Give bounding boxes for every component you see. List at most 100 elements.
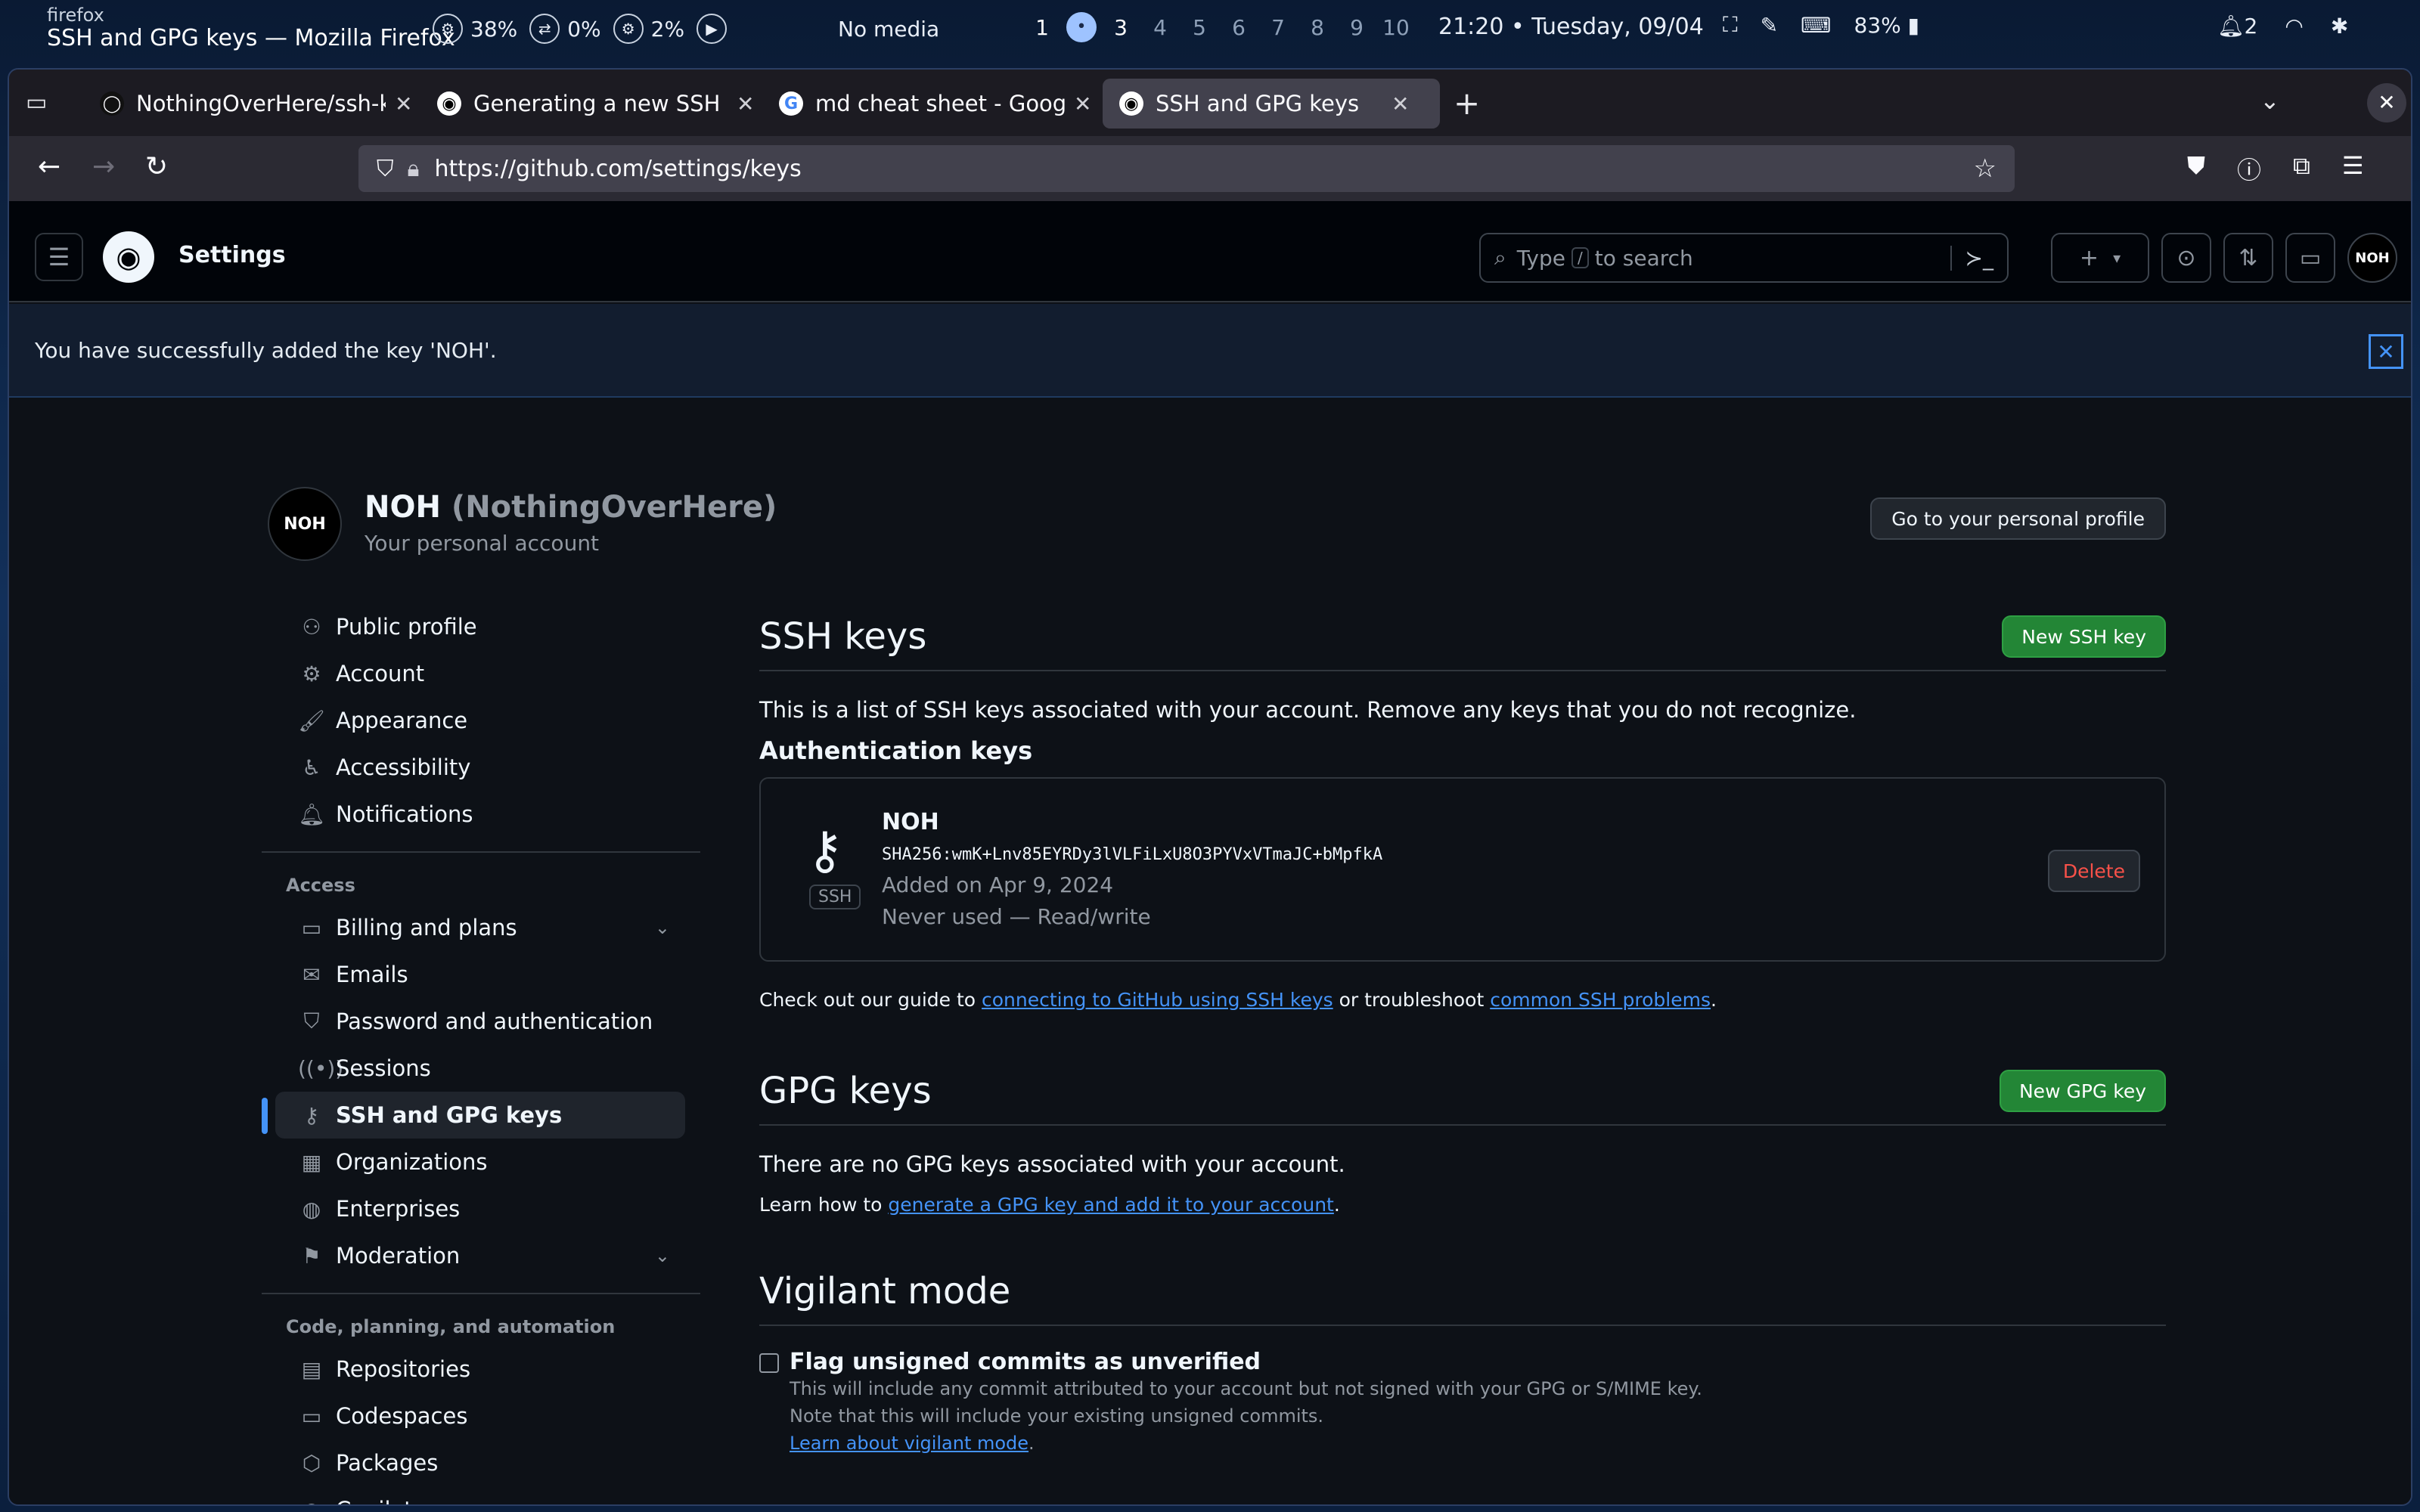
workspace-3[interactable]: 3 (1101, 15, 1140, 40)
workspace-9[interactable]: 9 (1337, 15, 1376, 40)
pull-requests-button[interactable]: ⇅ (2223, 233, 2273, 283)
back-button[interactable]: ← (38, 151, 60, 182)
notifications[interactable]: 🔔︎2 (2217, 14, 2257, 39)
tab-title: SSH and GPG keys (1156, 91, 1360, 116)
window-title: SSH and GPG keys — Mozilla Firefox (47, 25, 455, 51)
sidebar-item-account[interactable]: ⚙ Account (275, 650, 685, 697)
window-close-button[interactable]: ✕ (2367, 83, 2406, 122)
shield-icon[interactable]: ⛉ (377, 156, 394, 182)
sidebar-item-notifications[interactable]: 🔔︎ Notifications (275, 791, 685, 838)
avatar[interactable]: NOH (268, 487, 342, 561)
sidebar-item-appearance[interactable]: 🖌︎ Appearance (275, 697, 685, 744)
vigilant-mode-checkbox[interactable] (759, 1353, 779, 1373)
url-text[interactable]: https://github.com/settings/keys (434, 156, 801, 182)
close-icon[interactable]: ✕ (395, 91, 412, 116)
sidebar-item-emails[interactable]: ✉ Emails (275, 951, 685, 998)
bookmark-star-icon[interactable]: ☆ (1974, 153, 1996, 184)
sidebar-item-password-auth[interactable]: ⛉ Password and authentication (275, 998, 685, 1045)
workspace-2[interactable]: • (1062, 12, 1101, 42)
play-icon[interactable]: ▶ (697, 14, 728, 44)
info-icon[interactable]: ⓘ (2237, 151, 2261, 186)
swap-stat[interactable]: ⇄ 0% (529, 14, 601, 44)
close-icon[interactable]: ✕ (1392, 91, 1409, 116)
sidebar-item-accessibility[interactable]: ♿︎ Accessibility (275, 744, 685, 791)
wifi-icon[interactable]: ◠ (2285, 14, 2303, 39)
vigilant-mode-title: Vigilant mode (759, 1270, 1011, 1312)
pull-request-icon: ⇅ (2238, 244, 2258, 271)
profile-subtitle: Your personal account (365, 531, 600, 556)
ssh-troubleshoot-link[interactable]: common SSH problems (1490, 989, 1711, 1011)
ssh-guide-link[interactable]: connecting to GitHub using SSH keys (982, 989, 1333, 1011)
sidebar-item-moderation[interactable]: ⚑ Moderation ⌄ (275, 1232, 685, 1279)
vigilant-mode-label[interactable]: Flag unsigned commits as unverified (790, 1349, 1261, 1375)
search-input[interactable]: ⌕ Type / to search ≻_ (1479, 233, 2009, 283)
close-icon[interactable]: ✕ (2369, 334, 2403, 369)
vigilant-learn-end: . (1028, 1433, 1035, 1454)
tab-ssh-repo[interactable]: ◯ NothingOverHere/ssh-k ✕ (83, 79, 429, 129)
sidebar-item-label: Public profile (336, 614, 477, 640)
pen-icon[interactable]: ✎ (1761, 13, 1778, 38)
bluetooth-icon[interactable]: ✱ (2331, 14, 2348, 39)
lock-icon[interactable]: 🔒︎ (408, 156, 420, 182)
workspace-6[interactable]: 6 (1219, 15, 1258, 40)
repo-icon: ▤ (301, 1356, 322, 1382)
workspace-10[interactable]: 10 (1376, 15, 1416, 40)
workspace-7[interactable]: 7 (1258, 15, 1298, 40)
tab-generating-ssh[interactable]: ◉ Generating a new SSH k ✕ (420, 79, 771, 129)
sidebar-item-repositories[interactable]: ▤ Repositories (275, 1346, 685, 1393)
avatar[interactable]: NOH (2347, 233, 2397, 283)
issues-button[interactable]: ⊙ (2161, 233, 2211, 283)
browser-window: ▭ ◯ NothingOverHere/ssh-k ✕ ◉ Generating… (8, 68, 2412, 1506)
sidebar-item-codespaces[interactable]: ▭ Codespaces (275, 1393, 685, 1439)
sidebar-item-billing[interactable]: ▭ Billing and plans ⌄ (275, 904, 685, 951)
close-icon[interactable]: ✕ (737, 91, 754, 116)
vigilant-learn-link[interactable]: Learn about vigilant mode (790, 1433, 1028, 1454)
command-palette-icon[interactable]: ≻_ (1950, 245, 1993, 271)
reload-button[interactable]: ↻ (145, 151, 168, 182)
keyboard-icon[interactable]: ⌨ (1801, 13, 1831, 38)
workspace-4[interactable]: 4 (1140, 15, 1180, 40)
fullscreen-icon[interactable]: ⛶ (1723, 12, 1738, 38)
profile-name[interactable]: NOH (NothingOverHere) (365, 490, 777, 525)
delete-key-button[interactable]: Delete (2047, 850, 2140, 892)
cpu-stat[interactable]: ⚙ 38% (433, 14, 517, 44)
url-bar[interactable]: ⛉ 🔒︎ https://github.com/settings/keys ☆ (358, 145, 2015, 192)
gpg-learn-link[interactable]: generate a GPG key and add it to your ac… (888, 1194, 1333, 1216)
menu-icon[interactable]: ☰ (2342, 151, 2364, 186)
sidebar-item-packages[interactable]: ⬡ Packages (275, 1439, 685, 1486)
sidebar-item-enterprises[interactable]: ◍ Enterprises (275, 1185, 685, 1232)
memory-stat[interactable]: ⚙ 2% (613, 14, 684, 44)
go-to-profile-button[interactable]: Go to your personal profile (1870, 497, 2166, 540)
chevron-down-icon[interactable]: ⌄ (2260, 86, 2280, 115)
close-icon[interactable]: ✕ (1074, 91, 1091, 116)
workspace-8[interactable]: 8 (1298, 15, 1337, 40)
battery[interactable]: 83% ▮ (1854, 13, 1920, 38)
sidebar-item-public-profile[interactable]: ⚇ Public profile (275, 603, 685, 650)
sidebar-item-sessions[interactable]: ((•)) Sessions (275, 1045, 685, 1092)
new-tab-button[interactable]: + (1454, 85, 1480, 122)
github-logo-icon[interactable]: ◉ (103, 231, 154, 283)
tab-md-cheat-sheet[interactable]: G md cheat sheet - Google ✕ (762, 79, 1108, 129)
tab-ssh-gpg-keys[interactable]: ◉ SSH and GPG keys ✕ (1103, 79, 1440, 129)
sidebar-item-organizations[interactable]: ▦ Organizations (275, 1139, 685, 1185)
sidebar-item-ssh-gpg-keys[interactable]: ⚷ SSH and GPG keys (262, 1092, 685, 1139)
package-icon: ⬡ (302, 1450, 321, 1476)
new-gpg-key-button[interactable]: New GPG key (1999, 1070, 2166, 1112)
forward-button[interactable]: → (92, 151, 115, 182)
system-notify-area: 🔔︎2 ◠ ✱ (2217, 14, 2348, 39)
chevron-down-icon[interactable]: ⌄ (655, 917, 670, 938)
sidebar-item-label: Codespaces (336, 1403, 468, 1429)
hamburger-menu-button[interactable]: ☰ (35, 233, 83, 281)
header-context-title[interactable]: Settings (178, 242, 286, 268)
workspace-1[interactable]: 1 (1022, 15, 1062, 40)
workspace-5[interactable]: 5 (1180, 15, 1219, 40)
new-ssh-key-button[interactable]: New SSH key (2002, 615, 2166, 658)
create-new-button[interactable]: + ▾ (2051, 233, 2149, 283)
pocket-icon[interactable]: ⛊ (2187, 151, 2205, 186)
inbox-button[interactable]: ▭ (2285, 233, 2335, 283)
extensions-icon[interactable]: ⧉ (2293, 151, 2310, 186)
sidebar-item-copilot[interactable]: ◎ Copilot (275, 1486, 685, 1504)
swap-icon: ⇄ (529, 14, 560, 44)
tab-list-icon[interactable]: ▭ (26, 89, 53, 116)
chevron-down-icon[interactable]: ⌄ (655, 1245, 670, 1266)
